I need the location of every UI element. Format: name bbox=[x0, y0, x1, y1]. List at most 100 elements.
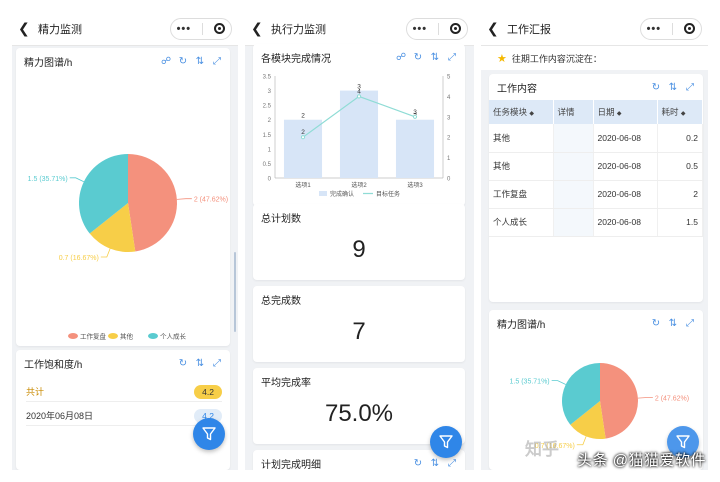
legend-swatch bbox=[148, 333, 158, 339]
completed-value: 7 bbox=[352, 318, 366, 345]
pie-leader-line bbox=[176, 198, 192, 200]
line-data-label: 2 bbox=[301, 129, 305, 136]
table-row[interactable]: 其他 2020-06-08 0.2 bbox=[489, 124, 703, 153]
column-header[interactable]: 耗时 ◆ bbox=[657, 100, 703, 124]
refresh-icon[interactable]: ↻ bbox=[178, 56, 188, 67]
phone-energy-monitor: ❮ 精力监测 ••• 精力图谱/h ☍ ↻ ⇅ ⤢ 2 (47.62%) 0.7 … bbox=[12, 12, 238, 470]
sort-icon[interactable]: ⇅ bbox=[668, 318, 678, 329]
refresh-icon[interactable]: ↻ bbox=[413, 458, 423, 469]
pie-slice bbox=[128, 154, 177, 252]
y-tick-label-right: 5 bbox=[447, 75, 451, 81]
legend-label: 个人成长 bbox=[160, 332, 187, 341]
card-title: 各模块完成情况 bbox=[261, 53, 331, 65]
expand-icon[interactable]: ⤢ bbox=[212, 358, 222, 369]
column-header[interactable]: 详情 bbox=[553, 100, 594, 124]
pie-label: 0.7 (16.67%) bbox=[59, 255, 99, 262]
total-row: 共计 4.2 bbox=[26, 382, 222, 402]
rate-value: 75.0% bbox=[324, 400, 394, 427]
sort-icon[interactable]: ⇅ bbox=[195, 56, 205, 67]
sort-icon[interactable]: ⇅ bbox=[195, 358, 205, 369]
legend-label: 目标任务 bbox=[376, 190, 400, 198]
filter-button[interactable] bbox=[430, 426, 462, 458]
pie-label: 1.5 (35.71%) bbox=[510, 379, 550, 386]
energy-card: 精力图谱/h ☍ ↻ ⇅ ⤢ 2 (47.62%) 0.7 (16.67%) 1.5… bbox=[16, 48, 230, 346]
link-icon[interactable]: ☍ bbox=[161, 56, 171, 67]
table-header: 任务模块 ◆ 详情 日期 ◆ 耗时 ◆ bbox=[489, 100, 703, 124]
expand-icon[interactable]: ⤢ bbox=[212, 56, 222, 67]
filter-icon bbox=[676, 435, 690, 449]
back-icon[interactable]: ❮ bbox=[18, 21, 34, 37]
top-bar: ❮ 精力监测 ••• bbox=[12, 12, 238, 46]
scrollbar[interactable] bbox=[234, 252, 236, 332]
column-header[interactable]: 任务模块 ◆ bbox=[489, 100, 554, 124]
planned-value: 9 bbox=[352, 236, 366, 263]
bar-data-label: 2 bbox=[301, 113, 305, 120]
card-title: 平均完成率 bbox=[261, 377, 311, 389]
x-tick-label: 选项1 bbox=[295, 181, 311, 189]
close-target-icon[interactable] bbox=[450, 23, 462, 34]
top-bar: ❮ 执行力监测 ••• bbox=[245, 12, 474, 46]
bar bbox=[339, 90, 379, 178]
sort-icon[interactable]: ⇅ bbox=[668, 82, 678, 93]
filter-button[interactable] bbox=[193, 418, 225, 450]
x-tick-label: 选项2 bbox=[351, 181, 367, 189]
back-icon[interactable]: ❮ bbox=[487, 21, 503, 37]
sort-icon[interactable]: ⇅ bbox=[430, 458, 440, 469]
notice-text: 往期工作内容沉淀在： bbox=[511, 53, 602, 64]
planned-card: 总计划数 9 bbox=[253, 204, 465, 280]
more-icon[interactable]: ••• bbox=[647, 23, 662, 34]
notice-bar: ★ 往期工作内容沉淀在： bbox=[481, 46, 708, 70]
card-title: 总完成数 bbox=[261, 295, 301, 307]
more-icon[interactable]: ••• bbox=[177, 23, 192, 34]
pie-label: 2 (47.62%) bbox=[194, 197, 228, 204]
refresh-icon[interactable]: ↻ bbox=[651, 318, 661, 329]
expand-icon[interactable]: ⤢ bbox=[685, 82, 695, 93]
pie-leader-line bbox=[69, 177, 85, 183]
total-label: 共计 bbox=[26, 387, 45, 397]
phone-work-report: ❮ 工作汇报 ••• ★ 往期工作内容沉淀在： 工作内容 ↻ ⇅ ⤢ 任务模块 … bbox=[481, 12, 708, 470]
refresh-icon[interactable]: ↻ bbox=[651, 82, 661, 93]
completed-card: 总完成数 7 bbox=[253, 286, 465, 362]
refresh-icon[interactable]: ↻ bbox=[178, 358, 188, 369]
page-title: 精力监测 bbox=[38, 23, 82, 36]
modules-bar-chart: 00.511.522.533.50123452选项13选项22选项3243完成确… bbox=[263, 75, 451, 199]
phone-execution-monitor: ❮ 执行力监测 ••• 各模块完成情况 ☍ ↻ ⇅ ⤢ 0 0.5 1 1.5 2 2.5… bbox=[245, 12, 474, 470]
y-tick-label-left: 2.5 bbox=[263, 104, 272, 110]
expand-icon[interactable]: ⤢ bbox=[447, 458, 457, 469]
back-icon[interactable]: ❮ bbox=[251, 21, 267, 37]
pie-label: 2 (47.62%) bbox=[655, 395, 689, 402]
close-target-icon[interactable] bbox=[684, 23, 696, 34]
bar bbox=[395, 119, 435, 178]
legend-swatch bbox=[68, 333, 78, 339]
y-tick-label-right: 1 bbox=[447, 156, 451, 162]
x-tick-label: 选项3 bbox=[407, 181, 423, 189]
link-icon[interactable]: ☍ bbox=[396, 52, 406, 63]
table-row[interactable]: 工作复盘 2020-06-08 2 bbox=[489, 180, 703, 209]
column-header[interactable]: 日期 ◆ bbox=[593, 100, 658, 124]
saturation-card: 工作饱和度/h ↻ ⇅ ⤢ 共计 4.2 2020年06月08日 4.2 bbox=[16, 350, 230, 470]
table-row[interactable]: 其他 2020-06-08 0.5 bbox=[489, 152, 703, 181]
filter-icon bbox=[439, 435, 453, 449]
y-tick-label-left: 0.5 bbox=[263, 162, 272, 168]
refresh-icon[interactable]: ↻ bbox=[413, 52, 423, 63]
y-tick-label-left: 3.5 bbox=[263, 75, 272, 81]
mini-program-capsule: ••• bbox=[406, 17, 468, 40]
more-icon[interactable]: ••• bbox=[413, 23, 428, 34]
pie-slice bbox=[600, 363, 638, 439]
expand-icon[interactable]: ⤢ bbox=[685, 318, 695, 329]
mini-program-capsule: ••• bbox=[170, 17, 232, 40]
energy-pie-chart: 2 (47.62%) 0.7 (16.67%) 1.5 (35.71%) 工作复盘 其他… bbox=[28, 154, 228, 341]
close-target-icon[interactable] bbox=[214, 23, 226, 34]
filter-icon bbox=[202, 427, 216, 441]
work-table: 任务模块 ◆ 详情 日期 ◆ 耗时 ◆ 其他 2020-06-08 0.2 其他… bbox=[489, 100, 703, 237]
table-row[interactable]: 个人成长 2020-06-08 1.5 bbox=[489, 208, 703, 237]
expand-icon[interactable]: ⤢ bbox=[447, 52, 457, 63]
pie-leader-line bbox=[637, 397, 653, 399]
y-tick-label-left: 1 bbox=[268, 147, 272, 153]
sort-icon[interactable]: ⇅ bbox=[430, 52, 440, 63]
page-title: 工作汇报 bbox=[507, 23, 551, 36]
mini-program-capsule: ••• bbox=[640, 17, 702, 40]
y-tick-label-left: 0 bbox=[268, 177, 272, 183]
card-title: 工作内容 bbox=[497, 83, 537, 95]
pie-leader-line bbox=[100, 248, 111, 258]
